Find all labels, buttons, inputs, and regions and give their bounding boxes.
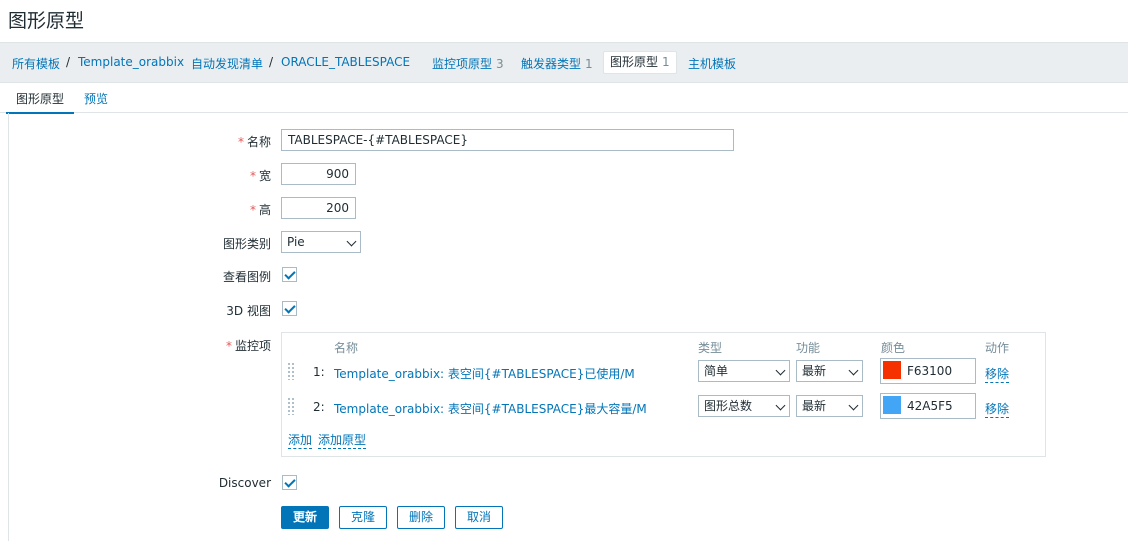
chevron-down-icon xyxy=(346,236,357,247)
delete-button[interactable]: 删除 xyxy=(397,506,445,529)
nav-graph-prototypes[interactable]: 图形原型 1 xyxy=(603,51,677,74)
chevron-down-icon xyxy=(848,365,859,376)
item-function-value: 最新 xyxy=(802,399,827,413)
name-label: * 名称 xyxy=(237,135,271,149)
height-label: * 高 xyxy=(249,203,271,217)
nav-item-prototypes[interactable]: 监控项原型 3 xyxy=(432,55,504,72)
name-input[interactable]: TABLESPACE-{#TABLESPACE} xyxy=(281,129,734,151)
item-number: 1: xyxy=(313,365,325,379)
tab-preview[interactable]: 预览 xyxy=(84,90,108,107)
show-legend-label: 查看图例 xyxy=(222,270,271,284)
item-function-value: 最新 xyxy=(802,364,827,378)
add-item-link[interactable]: 添加 xyxy=(288,431,313,449)
remove-item-link[interactable]: 移除 xyxy=(985,400,1010,418)
breadcrumb-discovery[interactable]: 自动发现清单 xyxy=(191,55,263,72)
show-legend-checkbox[interactable] xyxy=(282,267,297,282)
item-number: 2: xyxy=(313,400,325,414)
chevron-down-icon xyxy=(848,400,859,411)
color-swatch[interactable] xyxy=(883,396,901,414)
item-type-select[interactable]: 图形总数 xyxy=(698,395,790,417)
graph-type-select[interactable]: Pie xyxy=(281,231,361,253)
nav-host-prototypes[interactable]: 主机模板 xyxy=(688,55,736,72)
breadcrumb: 所有模板 / Template_orabbix 自动发现清单 / ORACLE_… xyxy=(0,42,1128,83)
item-name-link[interactable]: Template_orabbix: 表空间{#TABLESPACE}最大容量/M xyxy=(334,400,647,417)
nav-trigger-prototypes-count: 1 xyxy=(585,57,593,71)
drag-handle-icon[interactable] xyxy=(287,397,295,415)
item-function-select[interactable]: 最新 xyxy=(796,360,863,382)
breadcrumb-rule[interactable]: ORACLE_TABLESPACE xyxy=(281,55,410,69)
items-header-type: 类型 xyxy=(698,341,723,355)
cancel-button[interactable]: 取消 xyxy=(455,506,503,529)
item-name-link[interactable]: Template_orabbix: 表空间{#TABLESPACE}已使用/M xyxy=(334,365,635,382)
discover-label: Discover xyxy=(218,476,271,490)
breadcrumb-separator: / xyxy=(66,55,71,69)
items-header-function: 功能 xyxy=(796,341,821,355)
items-label: * 监控项 xyxy=(225,339,271,353)
update-button[interactable]: 更新 xyxy=(281,506,329,529)
nav-item-prototypes-count: 3 xyxy=(496,57,504,71)
item-type-value: 图形总数 xyxy=(704,399,753,413)
items-table: 名称 类型 功能 颜色 动作 1: Template_orabbix: 表空间{… xyxy=(281,332,1046,457)
item-color-picker[interactable]: F63100 xyxy=(880,358,976,384)
table-row: 2: Template_orabbix: 表空间{#TABLESPACE}最大容… xyxy=(282,392,1045,424)
breadcrumb-separator: / xyxy=(269,55,274,69)
drag-handle-icon[interactable] xyxy=(287,362,295,380)
tab-bar: 图形原型 预览 xyxy=(0,82,1128,114)
breadcrumb-all-templates[interactable]: 所有模板 xyxy=(12,55,60,72)
width-input[interactable]: 900 xyxy=(281,163,356,185)
clone-button[interactable]: 克隆 xyxy=(339,506,387,529)
remove-item-link[interactable]: 移除 xyxy=(985,365,1010,383)
item-type-value: 简单 xyxy=(704,364,729,378)
table-row: 1: Template_orabbix: 表空间{#TABLESPACE}已使用… xyxy=(282,357,1045,389)
height-input[interactable]: 200 xyxy=(281,197,356,219)
item-function-select[interactable]: 最新 xyxy=(796,395,863,417)
nav-item-prototypes-label: 监控项原型 xyxy=(432,57,493,71)
view-3d-label: 3D 视图 xyxy=(226,304,271,318)
items-header-color: 颜色 xyxy=(881,341,906,355)
items-header-name: 名称 xyxy=(334,341,359,355)
nav-graph-prototypes-label: 图形原型 xyxy=(610,55,659,69)
nav-trigger-prototypes[interactable]: 触发器类型 1 xyxy=(521,55,593,72)
page-title: 图形原型 xyxy=(8,10,85,32)
add-prototype-link[interactable]: 添加原型 xyxy=(318,431,367,449)
view-3d-checkbox[interactable] xyxy=(282,301,297,316)
divider xyxy=(8,113,9,541)
width-label: * 宽 xyxy=(249,169,271,183)
item-type-select[interactable]: 简单 xyxy=(698,360,790,382)
nav-graph-prototypes-count: 1 xyxy=(662,55,670,69)
nav-trigger-prototypes-label: 触发器类型 xyxy=(521,57,582,71)
graph-type-label: 图形类别 xyxy=(222,237,271,251)
breadcrumb-template[interactable]: Template_orabbix xyxy=(78,55,184,69)
graph-type-value: Pie xyxy=(287,235,305,249)
item-color-value: 42A5F5 xyxy=(907,399,953,413)
chevron-down-icon xyxy=(775,400,786,411)
tab-graph-prototype[interactable]: 图形原型 xyxy=(5,90,75,114)
item-color-picker[interactable]: 42A5F5 xyxy=(880,393,976,419)
item-color-value: F63100 xyxy=(907,364,953,378)
discover-checkbox[interactable] xyxy=(282,475,297,490)
chevron-down-icon xyxy=(775,365,786,376)
color-swatch[interactable] xyxy=(883,361,901,379)
items-header-action: 动作 xyxy=(985,341,1010,355)
